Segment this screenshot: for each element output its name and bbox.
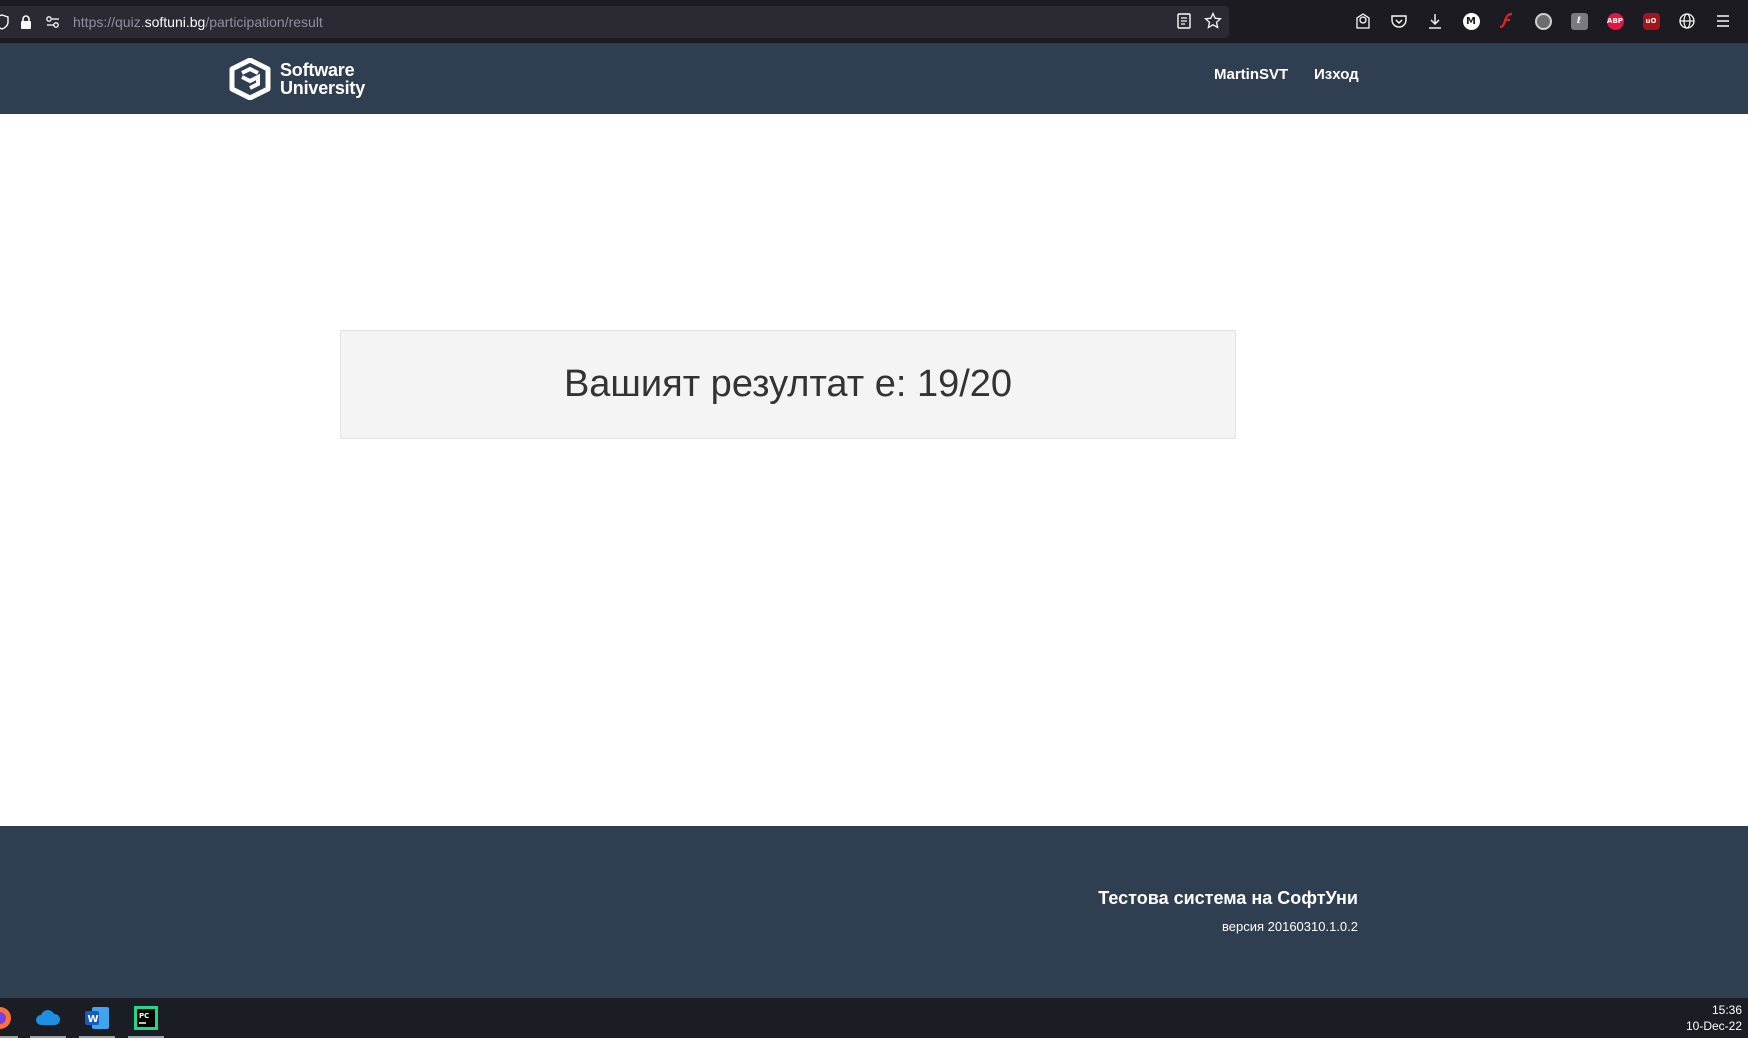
globe-icon[interactable] [1677,11,1697,31]
clock-date: 10-Dec-22 [1685,1019,1742,1033]
m-extension-icon[interactable]: M [1461,11,1481,31]
flash-icon[interactable] [1497,11,1517,31]
svg-text:PC: PC [139,1012,149,1020]
logo-text-line2: University [280,78,366,98]
site-header: Software University MartinSVT Изход [0,43,1748,114]
windows-taskbar: W PC 15:36 10-Dec-22 [0,998,1748,1038]
reader-view-icon[interactable] [1174,11,1194,31]
result-text: Вашият резултат е: 19/20 [563,363,1013,405]
nav-user-link[interactable]: MartinSVT [1214,66,1288,83]
download-icon[interactable] [1425,11,1445,31]
site-footer: Тестова система на СофтУни версия 201603… [0,826,1748,998]
account-icon[interactable] [1353,11,1373,31]
word-taskbar-icon[interactable]: W [77,998,117,1038]
footer-version: версия 20160310.1.0.2 [1222,919,1358,934]
footer-title: Тестова система на СофтУни [1098,888,1358,908]
result-panel: Вашият резултат е: 19/20 [340,330,1236,439]
clock-time: 15:36 [1711,1003,1742,1017]
browser-toolbar: https://quiz.softuni.bg/participation/re… [0,0,1748,43]
softuni-logo[interactable]: Software University [228,58,365,100]
adblock-plus-icon[interactable]: ABP [1605,11,1625,31]
onedrive-taskbar-icon[interactable] [28,998,68,1038]
scroll-extension-icon[interactable]: ℓ [1569,11,1589,31]
menu-icon[interactable] [1713,11,1733,31]
ublock-icon[interactable]: uO [1641,11,1661,31]
pocket-icon[interactable] [1389,11,1409,31]
pycharm-taskbar-icon[interactable]: PC [126,998,166,1038]
logo-text-line1: Software [280,60,355,80]
nav-logout-link[interactable]: Изход [1314,66,1359,83]
firefox-taskbar-icon[interactable] [0,998,20,1038]
bookmark-star-icon[interactable] [1203,11,1223,31]
softuni-logo-icon [229,58,271,100]
circle-extension-icon[interactable] [1533,11,1553,31]
system-clock[interactable]: 15:36 10-Dec-22 [1686,1002,1742,1034]
svg-text:W: W [88,1014,99,1025]
logo-text: Software University [280,61,365,97]
